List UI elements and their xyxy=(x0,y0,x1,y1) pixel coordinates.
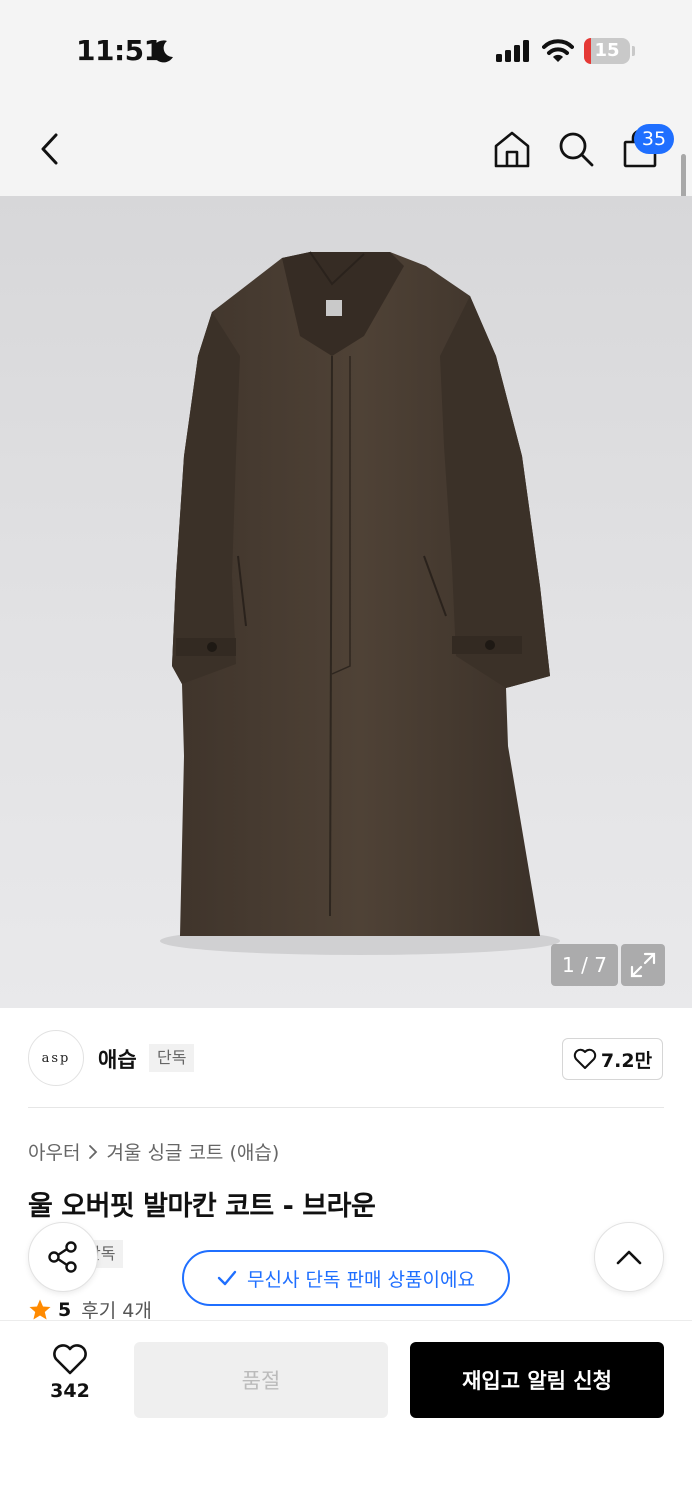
chevron-up-icon xyxy=(616,1250,642,1265)
breadcrumb-category[interactable]: 아우터 xyxy=(28,1138,80,1165)
exclusive-notice-text: 무신사 단독 판매 상품이에요 xyxy=(247,1268,475,1291)
brand-like-count: 7.2만 xyxy=(600,1049,653,1072)
signal-icon xyxy=(496,40,529,62)
breadcrumb-subcategory[interactable]: 겨울 싱글 코트 (애습) xyxy=(106,1138,279,1165)
product-title: 울 오버핏 발마칸 코트 - 브라운 xyxy=(28,1191,376,1222)
expand-icon xyxy=(630,952,656,978)
back-icon xyxy=(41,133,58,165)
rating-summary[interactable]: 5 후기 4개 xyxy=(28,1296,152,1323)
heart-icon xyxy=(53,1344,87,1375)
wishlist-button[interactable]: 342 xyxy=(30,1344,110,1410)
moon-icon xyxy=(152,40,173,63)
star-icon xyxy=(29,1299,51,1319)
search-icon xyxy=(559,132,594,167)
product-image-gallery[interactable] xyxy=(0,196,692,1008)
home-icon xyxy=(494,131,530,168)
check-icon xyxy=(217,1270,237,1286)
brand-exclusive-tag: 단독 xyxy=(149,1044,195,1072)
chevron-right-icon xyxy=(89,1144,98,1159)
expand-image-button[interactable] xyxy=(621,944,665,986)
soldout-button: 품절 xyxy=(134,1342,388,1418)
rating-score: 5 xyxy=(58,1298,72,1321)
home-button[interactable] xyxy=(490,126,534,172)
exclusive-notice-banner: 무신사 단독 판매 상품이에요 xyxy=(182,1250,510,1306)
brand-like-button[interactable]: 7.2만 xyxy=(562,1038,663,1080)
product-photo-coat xyxy=(160,251,560,955)
scroll-to-top-button[interactable] xyxy=(594,1222,664,1292)
breadcrumb: 아우터 겨울 싱글 코트 (애습) xyxy=(28,1138,279,1165)
battery-indicator: 15 xyxy=(584,38,630,64)
review-count: 후기 4개 xyxy=(81,1300,152,1322)
wishlist-count: 342 xyxy=(50,1380,90,1402)
share-button[interactable] xyxy=(28,1222,98,1292)
heart-icon xyxy=(573,1048,597,1069)
share-icon xyxy=(48,1241,77,1273)
search-button[interactable] xyxy=(554,126,598,172)
cart-count-badge: 35 xyxy=(634,124,674,154)
divider xyxy=(28,1107,664,1108)
battery-nub xyxy=(632,46,635,56)
brand-logo[interactable]: asp xyxy=(28,1030,84,1086)
brand-name[interactable]: 애습 xyxy=(98,1044,137,1074)
battery-percent: 15 xyxy=(594,40,620,61)
restock-alert-button[interactable]: 재입고 알림 신청 xyxy=(410,1342,664,1418)
top-navigation xyxy=(0,100,692,196)
image-counter: 1 / 7 xyxy=(551,944,618,986)
wifi-icon xyxy=(542,39,574,62)
back-button[interactable] xyxy=(28,126,72,172)
